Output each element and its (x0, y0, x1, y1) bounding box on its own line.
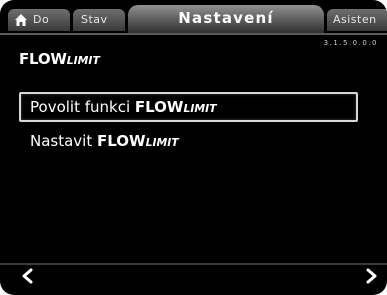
tab-nastaveni[interactable]: Nastavení (128, 5, 324, 33)
tab-home[interactable]: Do (8, 9, 70, 31)
tab-nastaveni-label: Nastavení (178, 9, 274, 27)
display-screen: Do Stav Nastavení Asisten 3.1.5.0.0.0 FL… (0, 0, 387, 295)
menu-item-enable-flowlimit[interactable]: Povolit funkci FLOWLIMIT (19, 92, 358, 122)
tab-asistent[interactable]: Asisten (327, 9, 387, 31)
chevron-left-icon[interactable] (18, 266, 38, 286)
tab-asistent-label: Asisten (333, 13, 377, 26)
chevron-right-icon[interactable] (361, 266, 381, 286)
home-icon (15, 14, 27, 26)
menu-item-set-flowlimit[interactable]: Nastavit FLOWLIMIT (19, 126, 358, 156)
menu-item-flow: FLOW (97, 132, 146, 150)
tab-bar-divider (0, 33, 387, 35)
page-title-limit: LIMIT (66, 54, 100, 67)
tab-stav-label: Stav (81, 13, 108, 26)
page-title-flow: FLOW (19, 50, 67, 68)
menu-item-label: Nastavit (30, 132, 97, 150)
menu-item-label: Povolit funkci (30, 98, 135, 116)
bottom-divider (0, 263, 387, 265)
menu-item-flow: FLOW (134, 98, 184, 116)
tab-stav[interactable]: Stav (73, 9, 125, 31)
page-title: FLOWLIMIT (19, 50, 100, 68)
menu-code: 3.1.5.0.0.0 (323, 39, 378, 47)
menu-item-limit: LIMIT (183, 102, 217, 115)
tab-home-label: Do (33, 13, 50, 26)
menu-item-limit: LIMIT (145, 136, 179, 149)
